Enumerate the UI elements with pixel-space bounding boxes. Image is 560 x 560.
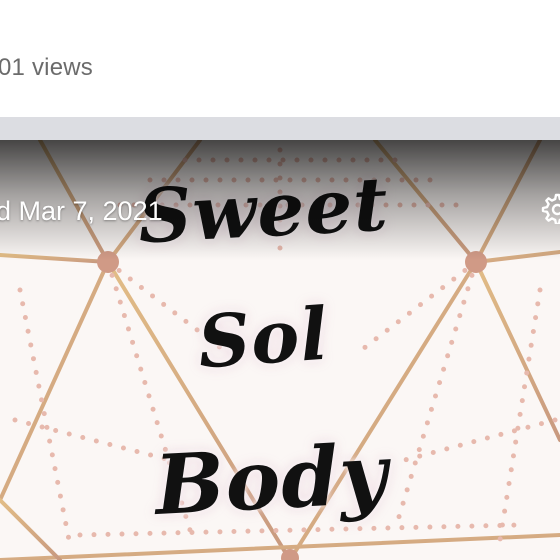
post-date: d Mar 7, 2021 [0, 196, 163, 226]
logo-text-sol: Sol [195, 290, 332, 385]
gear-icon[interactable] [540, 192, 560, 224]
post-image[interactable]: Sweet Sol Body d Mar 7, 2021 [0, 140, 560, 560]
section-divider [0, 117, 560, 140]
post-meta-header: 01 views [0, 0, 560, 117]
logo-text-body: Body [152, 425, 391, 535]
logo-text-sweet: Sweet [135, 161, 391, 261]
view-count: 01 views [0, 54, 93, 81]
